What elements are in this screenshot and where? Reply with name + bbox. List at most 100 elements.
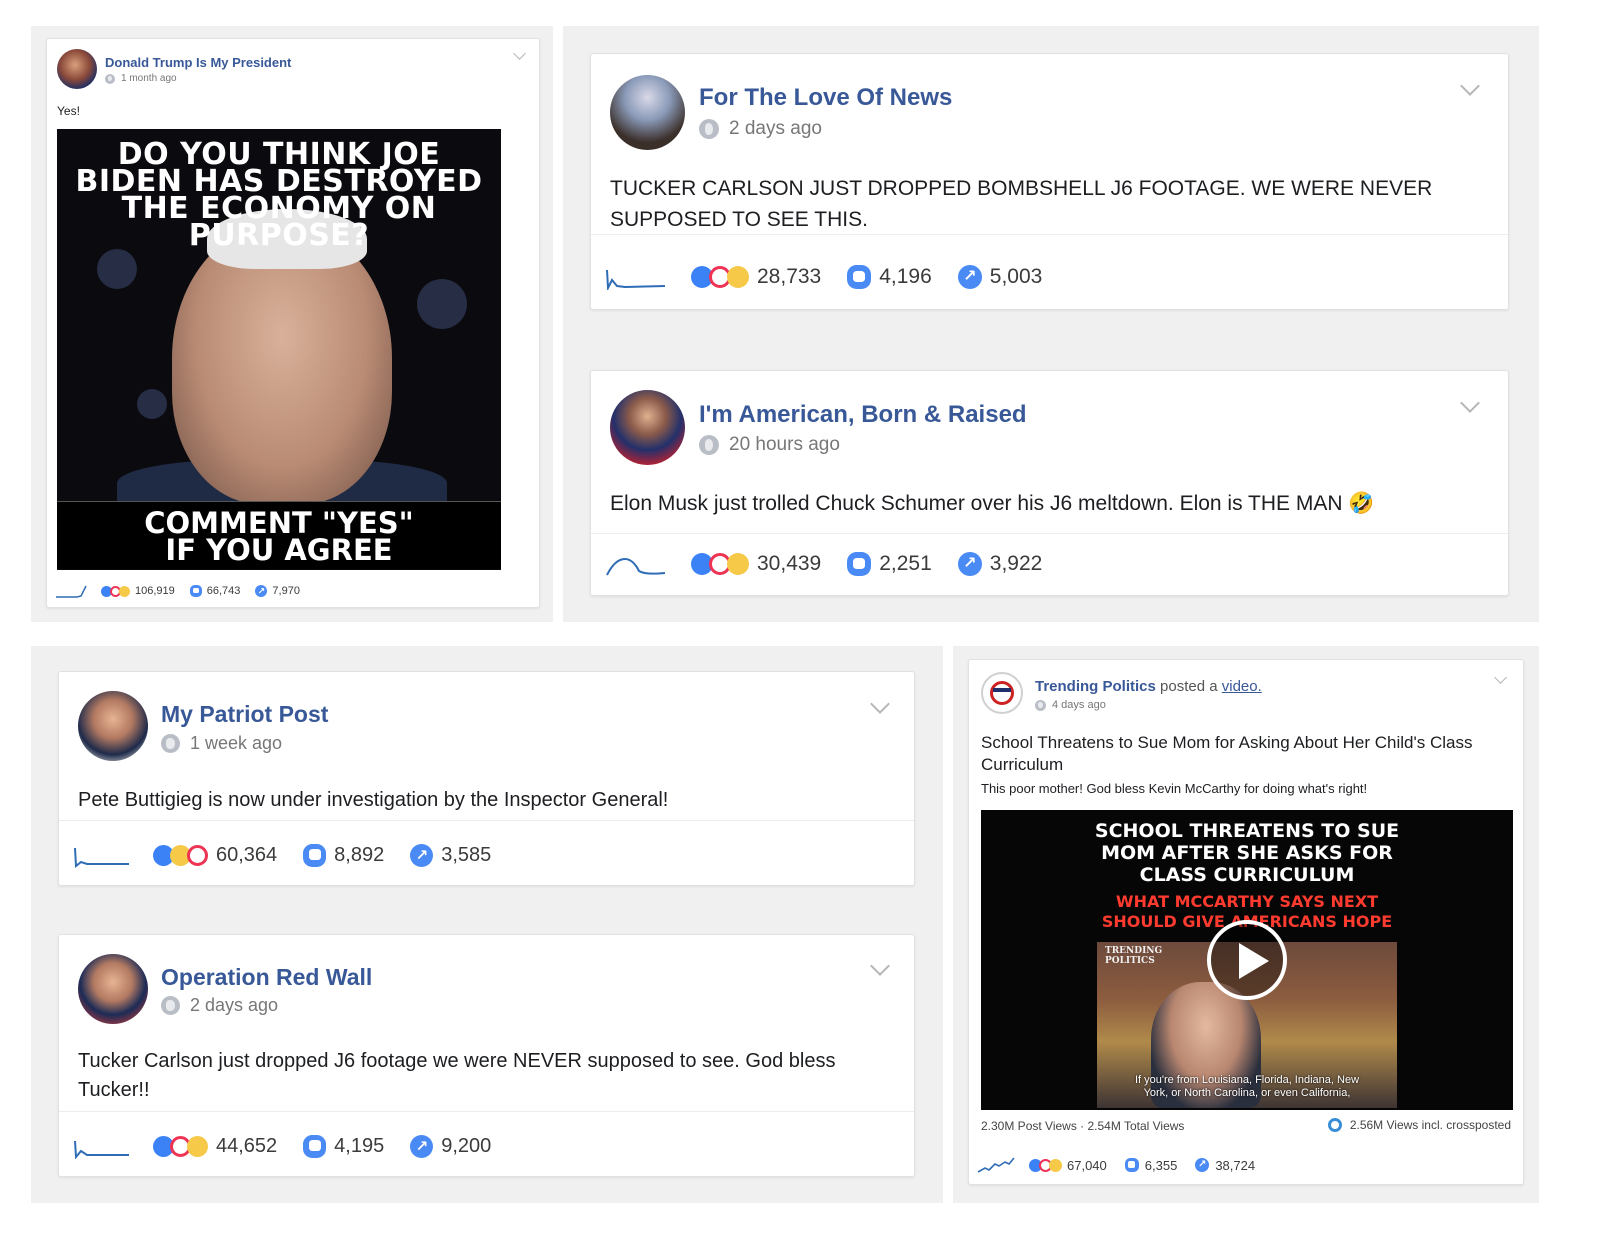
post-time[interactable]: 1 week ago <box>190 733 282 754</box>
post-stats: 44,652 4,195 ↗ 9,200 <box>73 1133 491 1159</box>
video-headline-line: CLASS CURRICULUM <box>1139 864 1355 886</box>
post-image[interactable]: DO YOU THINK JOE BIDEN HAS DESTROYED THE… <box>57 129 501 570</box>
globe-icon <box>699 119 719 139</box>
shares[interactable]: ↗ 5,003 <box>957 265 1043 289</box>
post-time[interactable]: 2 days ago <box>729 118 822 140</box>
post-time[interactable]: 1 month ago <box>121 73 177 84</box>
post-meta: 1 week ago <box>161 733 282 754</box>
page-name-link[interactable]: Trending Politics <box>1035 678 1156 695</box>
wow-reaction-icon <box>1049 1158 1062 1172</box>
reactions[interactable]: 60,364 <box>153 844 277 867</box>
sparkline-icon[interactable] <box>73 842 131 868</box>
divider <box>59 820 914 821</box>
page-avatar[interactable] <box>78 954 148 1024</box>
sparkline-icon[interactable] <box>73 1133 131 1159</box>
page-name: Trending Politics posted a video. <box>1035 678 1262 695</box>
video-headline: SCHOOL THREATENS TO SUE MOM AFTER SHE AS… <box>981 820 1513 886</box>
shares[interactable]: ↗ 3,922 <box>957 552 1042 576</box>
share-icon: ↗ <box>1195 1158 1210 1172</box>
page-name[interactable]: Donald Trump Is My President <box>105 55 291 70</box>
chevron-down-icon[interactable] <box>1494 671 1507 684</box>
share-count: 9,200 <box>441 1134 492 1157</box>
comment-icon <box>847 265 872 289</box>
comment-icon <box>303 843 327 867</box>
chevron-down-icon[interactable] <box>870 694 890 714</box>
shares[interactable]: ↗ 9,200 <box>410 1134 492 1158</box>
video-player[interactable]: SCHOOL THREATENS TO SUE MOM AFTER SHE AS… <box>981 810 1513 1110</box>
post-time[interactable]: 4 days ago <box>1052 699 1106 711</box>
haha-reaction-icon <box>727 553 749 575</box>
shares[interactable]: ↗ 38,724 <box>1195 1158 1255 1173</box>
comments[interactable]: 4,195 <box>303 1134 384 1158</box>
page-name[interactable]: For The Love Of News <box>699 84 952 112</box>
reactions[interactable]: 67,040 <box>1029 1158 1107 1173</box>
page-avatar[interactable] <box>57 49 97 89</box>
bokeh-light <box>97 249 137 289</box>
post-title: School Threatens to Sue Mom for Asking A… <box>981 733 1473 774</box>
page-name[interactable]: My Patriot Post <box>161 701 328 728</box>
crosspost-icon <box>1327 1118 1342 1132</box>
shares[interactable]: ↗ 3,585 <box>410 843 491 867</box>
video-headline-line: SCHOOL THREATENS TO SUE <box>1094 820 1400 842</box>
post-stats: 30,439 2,251 ↗ 3,922 <box>605 551 1042 577</box>
globe-icon <box>105 73 115 84</box>
comments[interactable]: 4,196 <box>847 265 932 289</box>
page-avatar[interactable] <box>78 691 148 761</box>
globe-icon <box>1035 699 1046 711</box>
chevron-down-icon[interactable] <box>1460 76 1480 96</box>
share-icon: ↗ <box>410 843 434 867</box>
play-icon[interactable] <box>1207 920 1287 1000</box>
comments[interactable]: 8,892 <box>303 843 384 867</box>
page-avatar[interactable] <box>981 672 1023 714</box>
comments[interactable]: 2,251 <box>847 552 932 576</box>
comment-count: 4,196 <box>879 265 932 288</box>
post-time[interactable]: 20 hours ago <box>729 434 840 456</box>
sparkline-icon[interactable] <box>977 1156 1015 1174</box>
comments[interactable]: 66,743 <box>189 585 241 597</box>
chevron-down-icon[interactable] <box>513 47 526 60</box>
video-link[interactable]: video. <box>1222 678 1262 695</box>
post-stats: 28,733 4,196 ↗ 5,003 <box>605 264 1042 290</box>
post-stats: 106,919 66,743 ↗ 7,970 <box>55 583 300 599</box>
comment-icon <box>189 585 202 597</box>
page-avatar[interactable] <box>610 75 685 150</box>
sparkline-icon[interactable] <box>605 551 667 577</box>
reaction-count: 106,919 <box>135 585 175 597</box>
chevron-down-icon[interactable] <box>870 956 890 976</box>
comment-icon <box>1124 1158 1139 1172</box>
views-summary: 2.30M Post Views · 2.54M Total Views <box>981 1119 1185 1133</box>
comment-icon <box>847 552 872 576</box>
meme-cta: COMMENT "YES" IF YOU AGREE <box>57 501 501 569</box>
share-count: 5,003 <box>989 265 1043 288</box>
comments[interactable]: 6,355 <box>1124 1158 1177 1173</box>
post-card: Trending Politics posted a video. 4 days… <box>968 659 1524 1185</box>
sparkline-icon[interactable] <box>605 264 667 290</box>
post-time[interactable]: 2 days ago <box>190 995 278 1016</box>
video-sub-line: WHAT MCCARTHY SAYS NEXT <box>1115 892 1379 911</box>
share-count: 7,970 <box>272 585 300 597</box>
caption-line: If you're from Louisiana, Florida, India… <box>1134 1074 1360 1086</box>
tp-logo-icon <box>990 681 1014 705</box>
sparkline-icon[interactable] <box>55 583 89 599</box>
share-icon: ↗ <box>957 265 982 289</box>
comment-count: 66,743 <box>206 585 241 597</box>
post-text: TUCKER CARLSON JUST DROPPED BOMBSHELL J6… <box>610 177 1433 231</box>
post-text: Yes! <box>57 104 80 118</box>
post-card: My Patriot Post 1 week ago Pete Buttigie… <box>58 671 915 886</box>
page-name[interactable]: I'm American, Born & Raised <box>699 401 1027 429</box>
page-avatar[interactable] <box>610 390 685 465</box>
globe-icon <box>161 996 180 1015</box>
post-meta: 1 month ago <box>105 73 177 84</box>
page-name[interactable]: Operation Red Wall <box>161 964 372 991</box>
chevron-down-icon[interactable] <box>1460 393 1480 413</box>
reactions[interactable]: 28,733 <box>691 265 821 289</box>
shares[interactable]: ↗ 7,970 <box>255 585 300 597</box>
post-meta: 2 days ago <box>699 118 822 140</box>
reaction-count: 30,439 <box>757 552 822 575</box>
reactions[interactable]: 106,919 <box>101 585 175 597</box>
video-caption: If you're from Louisiana, Florida, India… <box>1097 1074 1397 1100</box>
reactions[interactable]: 30,439 <box>691 552 821 576</box>
post-meta: 2 days ago <box>161 995 278 1016</box>
comment-icon <box>303 1134 327 1158</box>
reactions[interactable]: 44,652 <box>153 1135 277 1158</box>
